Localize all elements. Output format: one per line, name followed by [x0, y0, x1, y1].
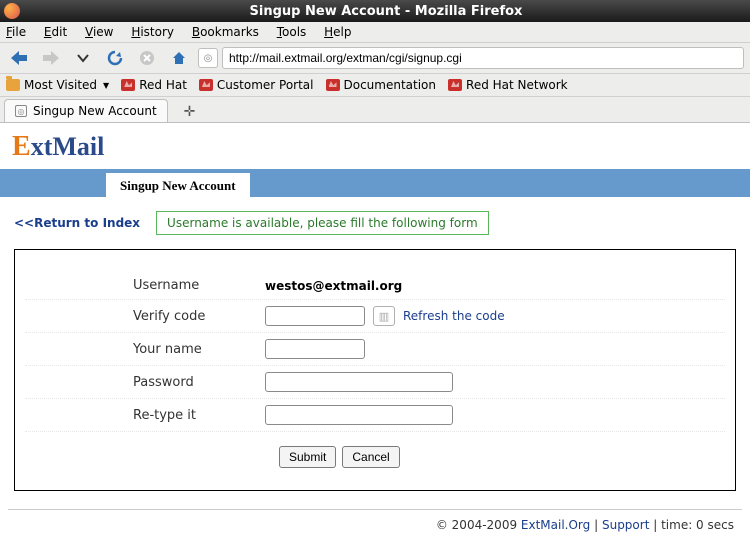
signup-form: Username westos@extmail.org Verify code …	[14, 249, 736, 491]
submit-button[interactable]: Submit	[279, 446, 336, 468]
input-password[interactable]	[265, 372, 453, 392]
arrow-left-icon	[8, 49, 30, 67]
home-icon	[170, 49, 188, 67]
cancel-button[interactable]: Cancel	[342, 446, 399, 468]
bookmark-label: Customer Portal	[217, 78, 314, 92]
reload-icon	[106, 49, 124, 67]
bookmark-label: Documentation	[344, 78, 437, 92]
logo-part1: E	[12, 131, 31, 162]
logo-part2: xtMail	[31, 132, 105, 161]
bookmark-label: Most Visited	[24, 78, 97, 92]
menu-bookmarks[interactable]: Bookmarks	[192, 25, 259, 39]
nav-toolbar: ◎	[0, 43, 750, 74]
return-to-index-link[interactable]: <<Return to Index	[14, 216, 140, 230]
menu-edit[interactable]: Edit	[44, 25, 67, 39]
label-your-name: Your name	[25, 342, 265, 357]
redhat-icon	[199, 79, 213, 91]
input-verify-code[interactable]	[265, 306, 365, 326]
row-retype: Re-type it	[25, 399, 725, 432]
chevron-down-icon: ▼	[103, 81, 109, 90]
redhat-icon	[121, 79, 135, 91]
refresh-code-link[interactable]: Refresh the code	[403, 309, 505, 323]
row-username: Username westos@extmail.org	[25, 272, 725, 300]
row-your-name: Your name	[25, 333, 725, 366]
captcha-image: ▥	[373, 306, 395, 326]
footer-link-extmail[interactable]: ExtMail.Org	[521, 518, 590, 532]
bookmark-red-hat-network[interactable]: Red Hat Network	[448, 78, 568, 92]
input-your-name[interactable]	[265, 339, 365, 359]
row-password: Password	[25, 366, 725, 399]
redhat-icon	[448, 79, 462, 91]
label-verify-code: Verify code	[25, 309, 265, 324]
site-logo: ExtMail	[0, 123, 750, 169]
input-retype-password[interactable]	[265, 405, 453, 425]
url-bar-container: ◎	[198, 47, 744, 69]
new-tab-button[interactable]: ✛	[176, 102, 204, 122]
forward-button[interactable]	[38, 47, 64, 69]
stop-button[interactable]	[134, 47, 160, 69]
page-icon: ◎	[15, 105, 27, 117]
bookmark-most-visited[interactable]: Most Visited ▼	[6, 78, 109, 92]
redhat-icon	[326, 79, 340, 91]
bookmarks-toolbar: Most Visited ▼ Red Hat Customer Portal D…	[0, 74, 750, 97]
header-bar: Singup New Account	[0, 169, 750, 197]
arrow-right-icon	[40, 49, 62, 67]
menu-bar: File Edit View History Bookmarks Tools H…	[0, 22, 750, 43]
window-title: Singup New Account - Mozilla Firefox	[26, 4, 746, 19]
menu-file[interactable]: File	[6, 25, 26, 39]
status-message: Username is available, please fill the f…	[156, 211, 489, 235]
page-content: ExtMail Singup New Account <<Return to I…	[0, 123, 750, 546]
folder-icon	[6, 79, 20, 91]
footer-sep: |	[594, 518, 602, 532]
bookmark-documentation[interactable]: Documentation	[326, 78, 437, 92]
sub-header: <<Return to Index Username is available,…	[0, 197, 750, 249]
chevron-down-icon	[77, 52, 89, 64]
url-input[interactable]	[222, 47, 744, 69]
label-retype: Re-type it	[25, 408, 265, 423]
menu-tools[interactable]: Tools	[277, 25, 307, 39]
page-heading: Singup New Account	[106, 173, 250, 199]
firefox-icon	[4, 3, 20, 19]
label-username: Username	[25, 278, 265, 293]
bookmark-label: Red Hat Network	[466, 78, 568, 92]
window-titlebar: Singup New Account - Mozilla Firefox	[0, 0, 750, 22]
menu-history[interactable]: History	[131, 25, 174, 39]
footer-copyright: © 2004-2009	[436, 518, 521, 532]
footer-link-support[interactable]: Support	[602, 518, 649, 532]
button-row: Submit Cancel	[25, 432, 725, 468]
site-identity-icon[interactable]: ◎	[198, 48, 218, 68]
menu-view[interactable]: View	[85, 25, 113, 39]
back-button[interactable]	[6, 47, 32, 69]
footer-time: | time: 0 secs	[653, 518, 734, 532]
recent-dropdown[interactable]	[70, 47, 96, 69]
reload-button[interactable]	[102, 47, 128, 69]
bookmark-customer-portal[interactable]: Customer Portal	[199, 78, 314, 92]
row-verify-code: Verify code ▥ Refresh the code	[25, 300, 725, 333]
tab-title: Singup New Account	[33, 104, 157, 118]
tab-strip: ◎ Singup New Account ✛	[0, 97, 750, 123]
label-password: Password	[25, 375, 265, 390]
home-button[interactable]	[166, 47, 192, 69]
bookmark-red-hat[interactable]: Red Hat	[121, 78, 187, 92]
menu-help[interactable]: Help	[324, 25, 351, 39]
stop-icon	[138, 49, 156, 67]
tab-active[interactable]: ◎ Singup New Account	[4, 99, 168, 122]
page-footer: © 2004-2009 ExtMail.Org | Support | time…	[8, 509, 742, 546]
value-username: westos@extmail.org	[265, 279, 402, 293]
bookmark-label: Red Hat	[139, 78, 187, 92]
